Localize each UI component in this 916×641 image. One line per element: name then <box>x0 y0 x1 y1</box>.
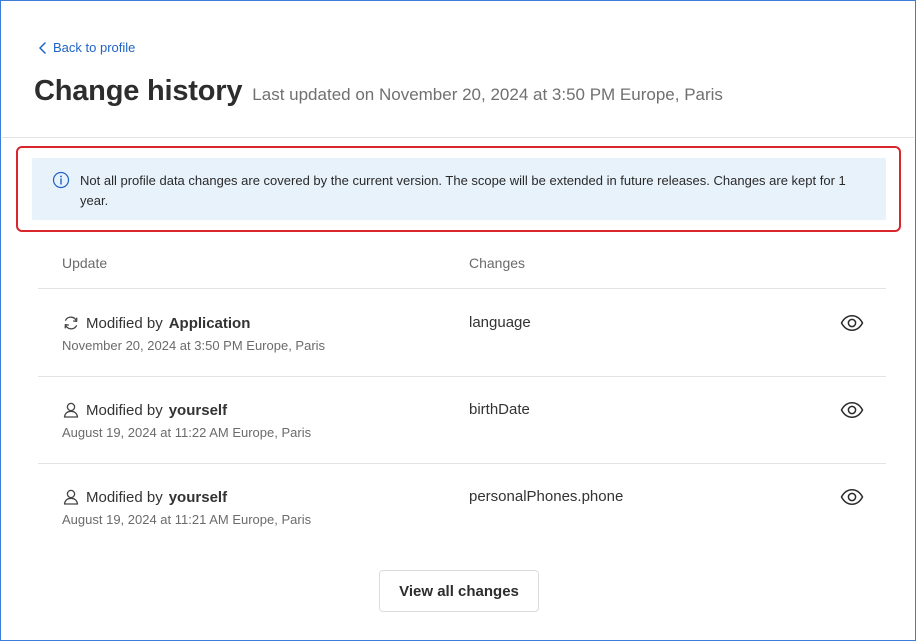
modified-by-line: Modified by yourself <box>62 401 227 419</box>
modified-by-line: Modified by Application <box>62 314 250 332</box>
row-divider <box>38 288 886 289</box>
modified-by-prefix: Modified by <box>86 401 163 419</box>
last-updated-text: Last updated on November 20, 2024 at 3:5… <box>252 85 723 104</box>
user-icon <box>62 488 80 506</box>
changed-field: personalPhones.phone <box>469 488 624 505</box>
view-change-eye-icon[interactable] <box>840 401 864 419</box>
column-header-changes: Changes <box>469 255 526 271</box>
header-divider <box>2 137 914 138</box>
sync-icon <box>62 314 80 332</box>
modified-by-actor: yourself <box>168 488 228 506</box>
info-icon <box>52 171 70 189</box>
view-change-eye-icon[interactable] <box>840 314 864 332</box>
chevron-left-icon <box>38 41 48 54</box>
modified-by-prefix: Modified by <box>86 488 163 506</box>
back-to-profile-label: Back to profile <box>53 40 136 55</box>
column-header-update: Update <box>62 255 108 271</box>
page-title: Change history <box>34 75 243 107</box>
back-to-profile-link[interactable]: Back to profile <box>38 40 135 55</box>
page-header: Change history Last updated on November … <box>34 75 723 108</box>
modified-by-actor: yourself <box>168 401 228 419</box>
modified-by-line: Modified by yourself <box>62 488 227 506</box>
table-row: Modified by yourself August 19, 2024 at … <box>38 464 886 550</box>
change-date: August 19, 2024 at 11:21 AM Europe, Pari… <box>62 512 312 527</box>
modified-by-prefix: Modified by <box>86 314 163 332</box>
modified-by-actor: Application <box>168 314 251 332</box>
changed-field: birthDate <box>469 401 530 418</box>
change-date: November 20, 2024 at 3:50 PM Europe, Par… <box>62 338 326 353</box>
change-date: August 19, 2024 at 11:22 AM Europe, Pari… <box>62 425 312 440</box>
page-frame: Back to profile Change history Last upda… <box>0 0 916 641</box>
view-all-changes-button[interactable]: View all changes <box>379 570 539 612</box>
user-icon <box>62 401 80 419</box>
info-banner-message: Not all profile data changes are covered… <box>80 173 846 208</box>
table-row: Modified by Application November 20, 202… <box>38 290 886 376</box>
table-row: Modified by yourself August 19, 2024 at … <box>38 377 886 463</box>
info-banner: Not all profile data changes are covered… <box>32 158 886 220</box>
changed-field: language <box>469 314 531 331</box>
view-change-eye-icon[interactable] <box>840 488 864 506</box>
